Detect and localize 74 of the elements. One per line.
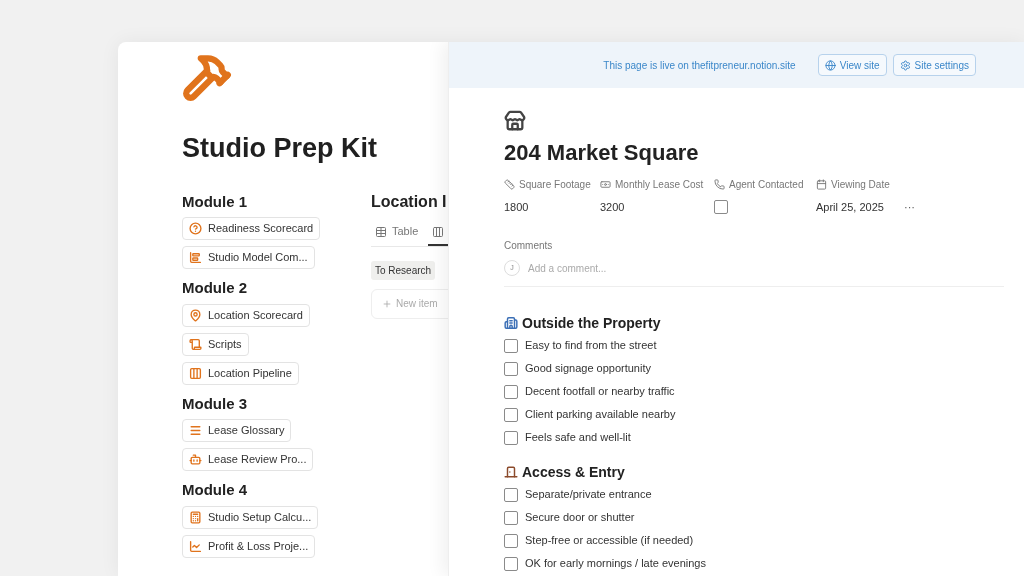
property-icon [714,179,725,190]
checkbox[interactable] [714,200,728,214]
checkbox[interactable] [504,430,518,445]
link-icon [189,424,202,437]
settings-icon [899,59,911,71]
checkbox[interactable] [504,407,518,422]
property-value[interactable]: April 25, 2025 [816,198,884,216]
property-value[interactable]: 1800 [504,198,529,216]
property-icon [600,179,611,190]
page-link[interactable]: Location Pipeline [182,361,299,385]
checkbox[interactable] [504,361,518,376]
module-heading: Module 2 [182,278,248,298]
property-name: Agent Contacted [729,178,804,192]
checklist-item: Decent footfall or nearby traffic [525,384,675,400]
store-icon [504,110,526,132]
banner-button[interactable]: Site settings [892,54,976,76]
property-name: Monthly Lease Cost [615,178,704,192]
checkbox[interactable] [504,487,518,502]
page-link[interactable]: Readiness Scorecard [182,217,321,240]
group-label: To Research [371,260,436,280]
plus-icon [382,298,392,309]
property-icon [504,179,515,190]
section-heading: Access & Entry [522,462,625,482]
section-icon [504,465,518,479]
board-icon [432,225,445,238]
hammer-icon [182,52,232,102]
checklist-item: Client parking available nearby [525,407,676,423]
database-title: Location I [371,191,448,212]
section-heading: Outside the Property [522,313,661,333]
more-button[interactable]: ··· [904,200,915,214]
comments-label: Comments [504,239,554,253]
link-icon [189,510,202,524]
page-link[interactable]: Scripts [182,332,249,356]
module-heading: Module 1 [182,191,248,212]
checkbox[interactable] [504,556,518,571]
link-icon [189,453,202,466]
banner-button[interactable]: View site [817,54,887,76]
comment-field[interactable]: Add a comment... [528,260,1004,276]
page-title: Studio Prep Kit [182,132,378,165]
checklist-item: Separate/private entrance [525,487,652,503]
link-icon [189,337,202,351]
property-value[interactable]: 3200 [600,198,625,216]
module-heading: Module 4 [182,480,248,500]
page-link[interactable]: Studio Model Com... [182,246,315,269]
page-link[interactable]: Lease Review Pro... [182,448,314,471]
module-heading: Module 3 [182,393,248,414]
checklist-item: OK for early mornings / late evenings [525,556,706,572]
link-icon [189,308,202,322]
checklist-item: Secure door or shutter [525,510,635,526]
checklist-item: Feels safe and well-lit [525,430,631,446]
table-icon [375,225,387,238]
checklist-item: Step-free or accessible (if needed) [525,533,694,549]
link-icon [189,251,202,264]
page-link[interactable]: Studio Setup Calcu... [182,505,319,529]
section-icon [504,316,518,330]
checklist-item: Easy to find from the street [525,338,657,354]
checklist-item: Good signage opportunity [525,361,651,377]
page-link[interactable]: Lease Glossary [182,419,292,442]
link-icon [189,366,202,380]
checkbox[interactable] [504,533,518,548]
property-name: Viewing Date [831,178,890,192]
banner-text: This page is live on thefitpreneur.notion.site [603,58,796,73]
checkbox[interactable] [504,384,518,399]
page-link[interactable]: Location Scorecard [182,303,310,327]
property-icon [816,179,827,190]
globe-icon [824,59,836,71]
link-icon [189,222,202,235]
view-tab[interactable]: Table [371,219,423,246]
link-icon [189,539,202,553]
record-title: 204 Market Square [504,139,700,167]
page-link[interactable]: Profit & Loss Proje... [182,534,316,558]
checkbox[interactable] [504,338,518,353]
property-name: Square Footage [519,178,591,192]
checkbox[interactable] [504,510,518,525]
